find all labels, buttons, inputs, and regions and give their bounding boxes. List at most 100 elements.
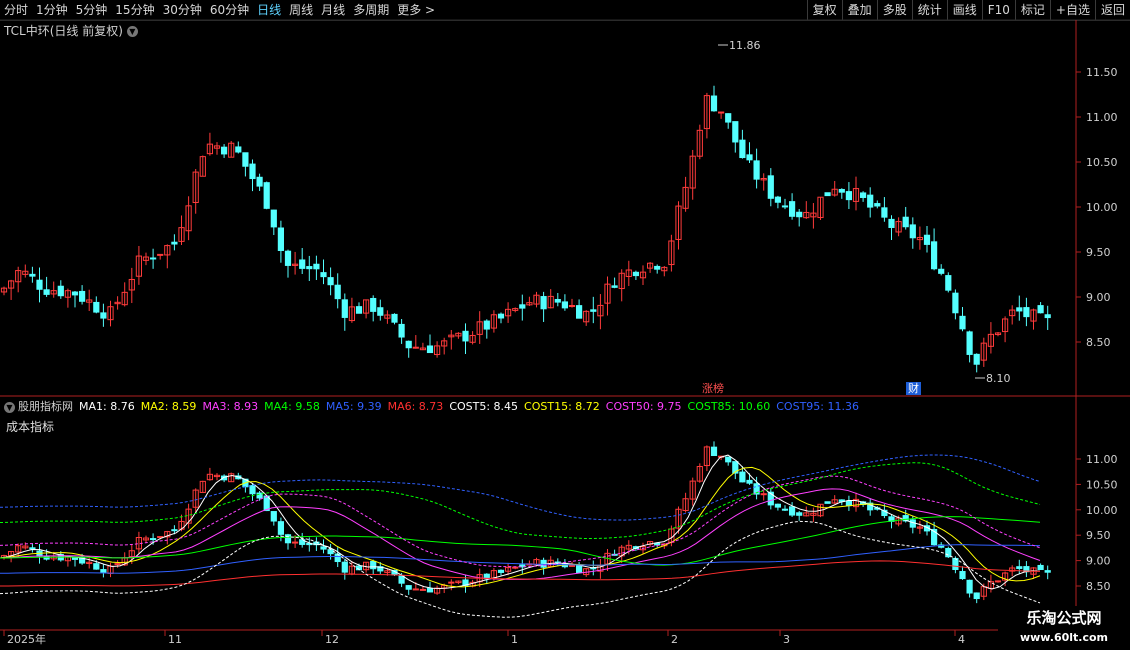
zhangbang-badge[interactable]: 涨榜 bbox=[700, 382, 726, 395]
indicator-candle bbox=[1044, 570, 1051, 573]
price-tick-label: 8.50 bbox=[1086, 336, 1111, 349]
indicator-candle bbox=[725, 456, 732, 463]
indicator-candle bbox=[824, 501, 831, 504]
main-candle bbox=[426, 345, 434, 354]
main-candle bbox=[157, 253, 164, 256]
main-candle bbox=[242, 152, 249, 167]
main-candle bbox=[739, 139, 746, 159]
main-candle bbox=[150, 257, 157, 260]
main-candle bbox=[923, 234, 931, 245]
indicator-candle bbox=[270, 511, 277, 522]
kline-chart-canvas[interactable]: 11.50 11.00 10.50 10.00 9.50 9.00 8.50 11.00 10.… bbox=[0, 0, 1130, 650]
main-candle bbox=[29, 273, 36, 277]
indicator-candle bbox=[405, 585, 412, 590]
main-candle bbox=[327, 277, 334, 286]
main-candle bbox=[888, 218, 895, 228]
price-tick-label: 9.00 bbox=[1086, 291, 1111, 304]
time-tick-label: 3 bbox=[783, 633, 790, 646]
cost85-line bbox=[0, 462, 1041, 540]
indicator-name: 股朋指标网 bbox=[18, 400, 73, 413]
indicator-candle bbox=[1037, 564, 1044, 570]
main-candle bbox=[838, 188, 845, 193]
main-candle bbox=[171, 241, 178, 245]
indicator-candle bbox=[284, 534, 292, 544]
main-candle bbox=[796, 211, 803, 218]
indicator-candle bbox=[93, 563, 100, 570]
main-candle bbox=[540, 296, 547, 310]
main-candle bbox=[867, 194, 874, 208]
main-candle bbox=[1037, 305, 1044, 314]
indicator-candle bbox=[739, 471, 746, 483]
indicator-candle bbox=[263, 495, 270, 512]
indicator-candle bbox=[29, 547, 36, 550]
main-candle bbox=[313, 263, 320, 270]
main-candle bbox=[284, 250, 292, 266]
indicator-candle bbox=[781, 508, 789, 511]
indicator-value: COST50: 9.75 bbox=[605, 400, 682, 413]
indicator-candle bbox=[412, 588, 419, 591]
main-candle bbox=[341, 299, 348, 318]
time-tick-label: 12 bbox=[325, 633, 339, 646]
cost5-line bbox=[0, 520, 1041, 618]
main-candle bbox=[611, 285, 618, 288]
indicator-candle bbox=[774, 503, 781, 508]
indicator-candle bbox=[952, 557, 959, 571]
indicator-value: MA1: 8.76 bbox=[79, 400, 135, 413]
main-candle bbox=[355, 306, 363, 314]
main-candle bbox=[93, 301, 100, 313]
time-tick-label: 1 bbox=[511, 633, 518, 646]
indicator-tick-label: 10.50 bbox=[1086, 478, 1118, 491]
indicator-candle bbox=[448, 581, 455, 584]
indicator-tick-label: 11.00 bbox=[1086, 453, 1118, 466]
indicator-candle bbox=[341, 561, 348, 573]
main-candle bbox=[753, 160, 760, 180]
chevron-down-icon[interactable]: ▼ bbox=[126, 26, 138, 37]
main-candle bbox=[874, 203, 881, 207]
main-candle bbox=[57, 285, 64, 297]
indicator-candle bbox=[654, 542, 661, 546]
main-candle bbox=[860, 192, 867, 198]
main-candle bbox=[767, 175, 774, 199]
main-candle bbox=[576, 305, 583, 319]
indicator-menu-icon[interactable]: ▼ bbox=[4, 402, 15, 413]
main-candle bbox=[732, 121, 739, 143]
high-price-label: 11.86 bbox=[729, 39, 761, 52]
price-tick-label: 10.50 bbox=[1086, 156, 1118, 169]
main-candle bbox=[938, 268, 945, 274]
main-candle bbox=[973, 353, 980, 365]
indicator-value: MA3: 8.93 bbox=[202, 400, 259, 413]
main-candle bbox=[519, 304, 526, 309]
indicator-candle bbox=[100, 569, 107, 574]
indicator-candle bbox=[945, 548, 952, 558]
time-tick-label: 2025年 bbox=[7, 632, 46, 646]
main-candle bbox=[405, 340, 412, 349]
indicator-candle bbox=[576, 564, 583, 574]
main-candle bbox=[966, 331, 973, 355]
main-candle bbox=[299, 259, 306, 269]
main-candle bbox=[789, 201, 796, 217]
main-candle bbox=[632, 271, 639, 277]
main-candle bbox=[718, 111, 725, 114]
main-candle bbox=[1044, 314, 1051, 319]
indicator-candle bbox=[746, 479, 753, 484]
main-candle bbox=[590, 309, 597, 312]
indicator-value: COST15: 8.72 bbox=[524, 400, 600, 413]
main-candle bbox=[36, 279, 43, 290]
main-candle bbox=[71, 291, 79, 296]
finance-badge[interactable]: 财 bbox=[906, 382, 921, 395]
price-tick-label: 11.50 bbox=[1086, 66, 1118, 79]
main-candle bbox=[845, 191, 852, 201]
watermark-line1: 乐淘公式网 bbox=[1026, 609, 1102, 627]
main-candle bbox=[221, 146, 228, 155]
indicator-subtitle: 成本指标 bbox=[6, 420, 55, 434]
price-tick-label: 10.00 bbox=[1086, 201, 1118, 214]
indicator-tick-label: 9.00 bbox=[1086, 555, 1111, 568]
watermark-logo: 乐淘公式网 www.60lt.com bbox=[998, 606, 1130, 650]
main-candle bbox=[462, 330, 469, 342]
stock-title[interactable]: TCL中环(日线 前复权) ▼ bbox=[4, 22, 138, 39]
main-candle bbox=[497, 313, 505, 319]
main-candle bbox=[561, 301, 568, 309]
main-candle bbox=[909, 224, 916, 239]
indicator-legend: ▼ 股朋指标网 MA1: 8.76 MA2: 8.59 MA3: 8.93 MA4: 9.… bbox=[4, 398, 865, 414]
main-candle bbox=[945, 275, 952, 291]
